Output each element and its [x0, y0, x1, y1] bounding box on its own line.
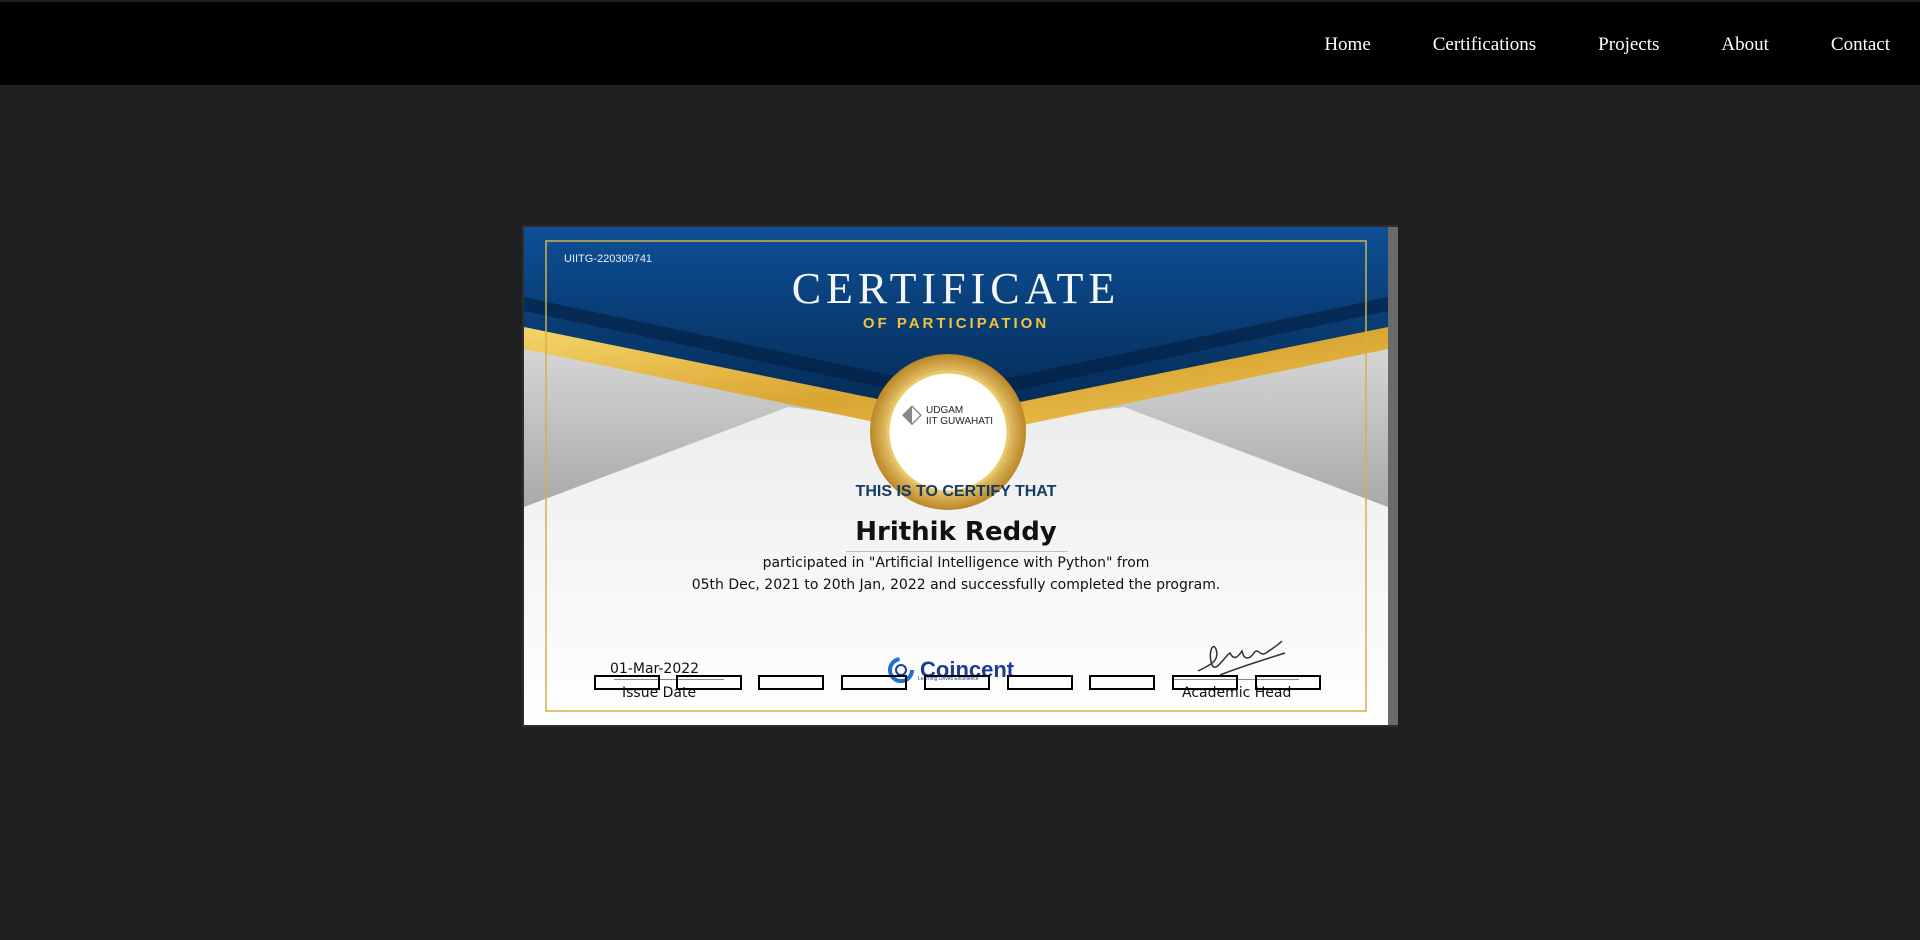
nav-link-home[interactable]: Home [1324, 34, 1370, 55]
nav-link-projects[interactable]: Projects [1598, 34, 1659, 55]
overlay-box [1089, 675, 1155, 690]
seal-line-2: IIT GUWAHATI [926, 416, 994, 427]
nav-menu: Home Certifications Projects About Conta… [1324, 2, 1890, 87]
overlay-box [758, 675, 824, 690]
viewer-scrollbar[interactable] [1388, 227, 1398, 725]
certify-heading: THIS IS TO CERTIFY THAT [855, 483, 1057, 500]
recipient-name: Hrithik Reddy [855, 517, 1057, 547]
overlay-box [1007, 675, 1073, 690]
certificate-subtitle: OF PARTICIPATION [862, 315, 1050, 332]
description-line-2: 05th Dec, 2021 to 20th Jan, 2022 and suc… [691, 577, 1221, 593]
udgam-logo-icon: ⬖ [902, 399, 922, 429]
certificate-image: UIITG-220309741 CERTIFICATE OF PARTICIPA… [524, 227, 1388, 725]
overlay-box [1172, 675, 1238, 690]
overlay-box [924, 675, 990, 690]
nav-link-contact[interactable]: Contact [1831, 34, 1890, 55]
nav-link-about[interactable]: About [1721, 34, 1769, 55]
name-underline [846, 551, 1068, 552]
signature-image [1197, 640, 1286, 676]
overlay-box [594, 675, 660, 690]
certificate-title: CERTIFICATE [791, 264, 1121, 313]
overlay-box [676, 675, 742, 690]
nav-link-certifications[interactable]: Certifications [1433, 34, 1536, 55]
top-navbar: Home Certifications Projects About Conta… [0, 0, 1920, 85]
overlay-box [1255, 675, 1321, 690]
certificate-viewer[interactable]: UIITG-220309741 CERTIFICATE OF PARTICIPA… [522, 225, 1398, 727]
seal-line-1: UDGAM [926, 405, 964, 416]
seal-text: UDGAM IIT GUWAHATI [926, 405, 993, 427]
description-line-1: participated in "Artificial Intelligence… [762, 555, 1150, 571]
overlay-box [841, 675, 907, 690]
